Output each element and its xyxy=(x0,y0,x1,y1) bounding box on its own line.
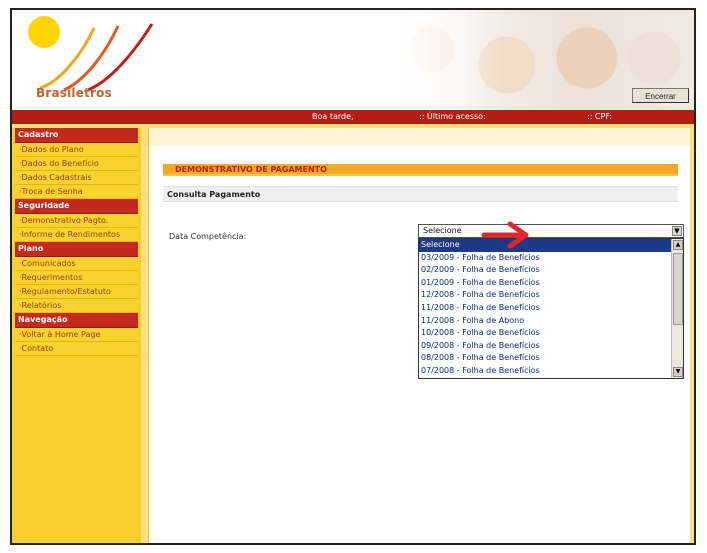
page-frame: Brasiletros Encerrar Boa tarde, :: Últim… xyxy=(10,8,696,545)
cpf-text: :: CPF: xyxy=(587,112,613,121)
data-competencia-label: Data Competência: xyxy=(169,232,247,241)
greeting-text: Boa tarde, xyxy=(312,112,354,121)
sidebar-item-contato[interactable]: Contato xyxy=(15,342,138,356)
logout-button[interactable]: Encerrar xyxy=(632,88,689,103)
sidebar-item-requerimentos[interactable]: Requerimentos xyxy=(15,271,138,285)
sidebar-item-dados-plano[interactable]: Dados do Plano xyxy=(15,143,138,157)
data-competencia-select[interactable]: Selecione ▼ xyxy=(418,224,684,238)
data-competencia-dropdown-list[interactable]: Selecione 03/2009 - Folha de Benefícios … xyxy=(418,238,684,379)
sidebar-item-demonstrativo-pagto[interactable]: Demonstrativo Pagto. xyxy=(15,214,138,228)
select-value: Selecione xyxy=(423,226,462,235)
dropdown-option[interactable]: 07/2008 - Folha de Benefícios xyxy=(419,365,672,378)
sidebar-section-navegacao: Navegação xyxy=(15,313,138,328)
scroll-down-icon[interactable]: ▼ xyxy=(673,367,683,377)
dropdown-option[interactable]: 09/2008 - Folha de Benefícios xyxy=(419,340,672,353)
sidebar-section-cadastro: Cadastro xyxy=(15,128,138,143)
sidebar-item-troca-senha[interactable]: Troca de Senha xyxy=(15,185,138,199)
dropdown-option[interactable]: 11/2008 - Folha de Abono xyxy=(419,315,672,328)
sidebar-section-seguridade: Seguridade xyxy=(15,199,138,214)
dropdown-option[interactable]: 12/2008 - Folha de Benefícios xyxy=(419,289,672,302)
sidebar-item-dados-beneficio[interactable]: Dados do Benefício xyxy=(15,157,138,171)
scrollbar-thumb[interactable] xyxy=(673,253,683,325)
dropdown-arrow-icon[interactable]: ▼ xyxy=(672,226,682,236)
last-access-text: :: Último acesso: xyxy=(419,112,486,121)
sidebar-item-regulamento[interactable]: Regulamento/Estatuto xyxy=(15,285,138,299)
dropdown-option[interactable]: 10/2008 - Folha de Benefícios xyxy=(419,327,672,340)
main-content: DEMONSTRATIVO DE PAGAMENTO Consulta Paga… xyxy=(148,128,690,543)
sidebar-item-dados-cadastrais[interactable]: Dados Cadastrais xyxy=(15,171,138,185)
sidebar-item-relatorios[interactable]: Relatórios xyxy=(15,299,138,313)
header: Brasiletros Encerrar xyxy=(12,10,694,110)
dropdown-option[interactable]: 01/2009 - Folha de Benefícios xyxy=(419,277,672,290)
sidebar-section-plano: Plano xyxy=(15,242,138,257)
info-bar: Boa tarde, :: Último acesso: :: CPF: xyxy=(12,110,694,124)
annotation-arrow-icon xyxy=(481,221,529,249)
dropdown-scrollbar[interactable]: ▲ ▼ xyxy=(671,239,683,378)
dropdown-option[interactable]: 08/2008 - Folha de Benefícios xyxy=(419,352,672,365)
dropdown-option[interactable]: 03/2009 - Folha de Benefícios xyxy=(419,252,672,265)
dropdown-option[interactable]: 02/2009 - Folha de Benefícios xyxy=(419,264,672,277)
sidebar-item-comunicados[interactable]: Comunicados xyxy=(15,257,138,271)
sidebar: Cadastro Dados do Plano Dados do Benefíc… xyxy=(12,128,141,543)
sidebar-item-voltar-home[interactable]: Voltar à Home Page xyxy=(15,328,138,342)
brand-name: Brasiletros xyxy=(36,86,112,100)
dropdown-option[interactable]: 11/2008 - Folha de Benefícios xyxy=(419,302,672,315)
section-title-bar: DEMONSTRATIVO DE PAGAMENTO xyxy=(163,164,678,176)
subsection-title: Consulta Pagamento xyxy=(163,186,678,202)
scroll-up-icon[interactable]: ▲ xyxy=(673,240,683,250)
dropdown-option[interactable]: Selecione xyxy=(419,239,672,252)
sidebar-item-informe-rendimentos[interactable]: Informe de Rendimentos xyxy=(15,228,138,242)
